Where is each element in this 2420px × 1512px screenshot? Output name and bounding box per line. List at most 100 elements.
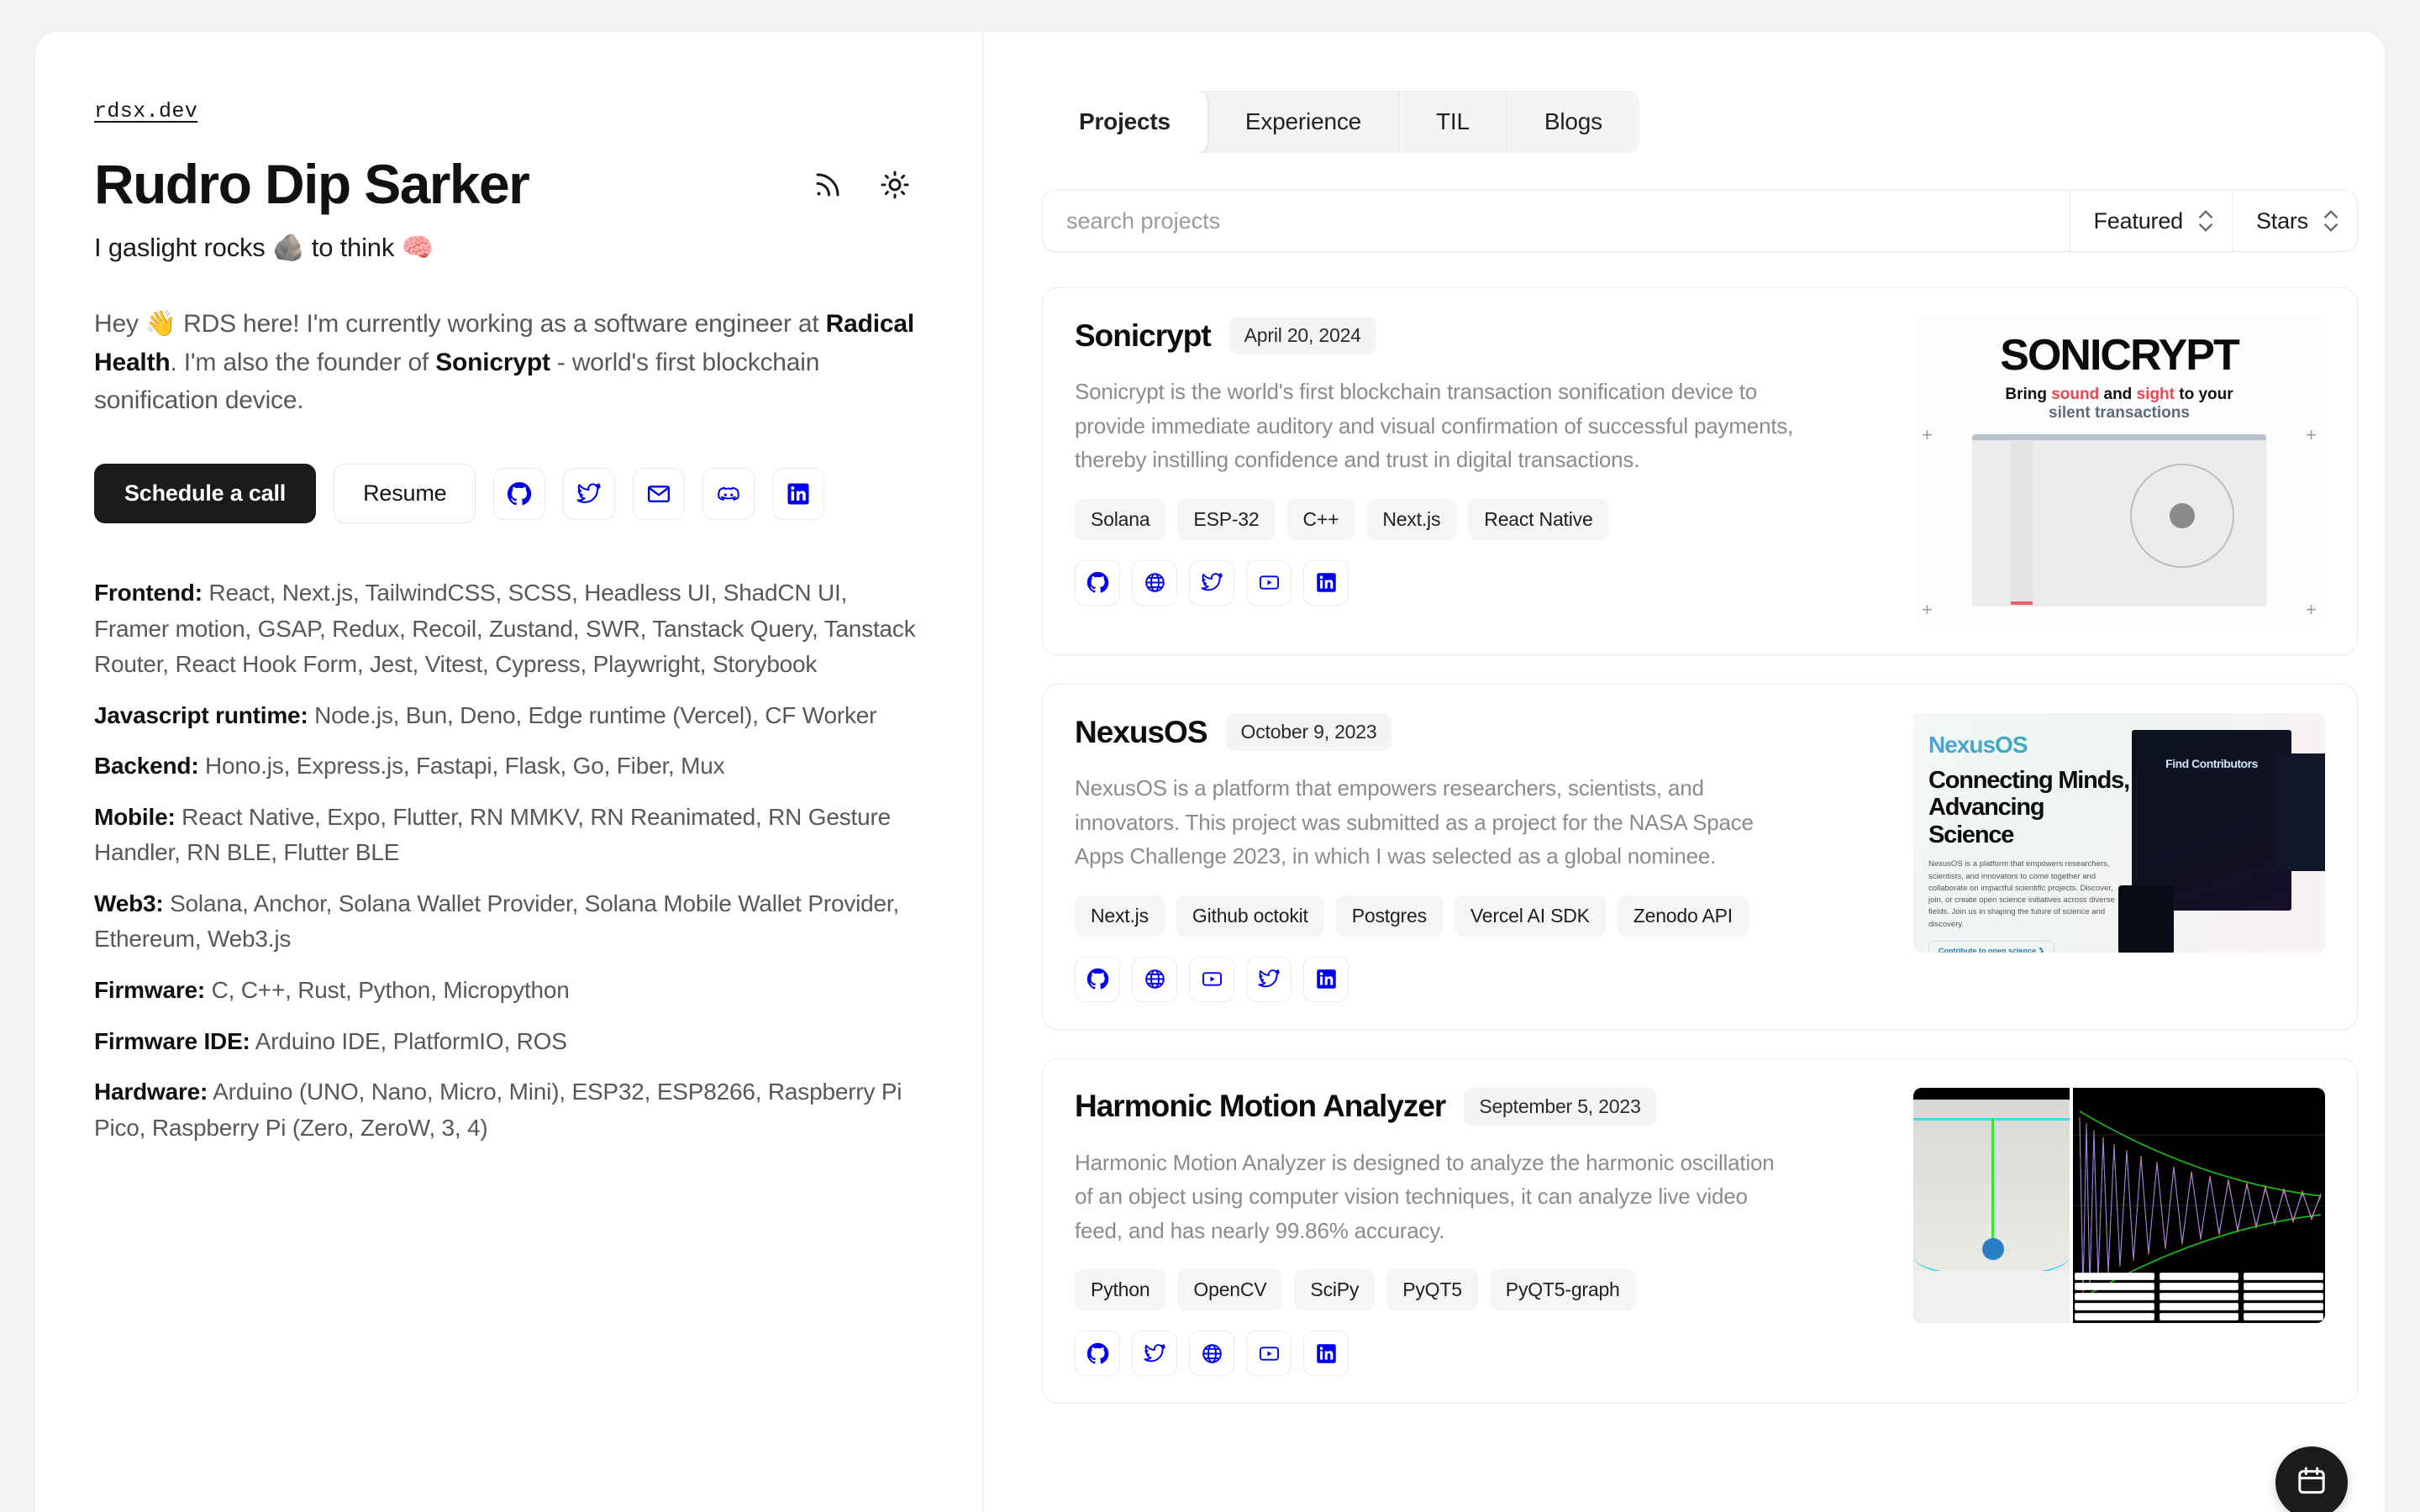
tab-til[interactable]: TIL [1399, 91, 1507, 153]
sun-icon[interactable] [880, 170, 910, 200]
skills-list: Frontend: React, Next.js, TailwindCSS, S… [94, 575, 917, 1146]
project-tag: Solana [1075, 498, 1166, 540]
project-github-button[interactable] [1075, 956, 1120, 1002]
project-links [1075, 559, 1885, 606]
profile-panel: rdsx.dev Rudro Dip Sarker I gaslight roc… [35, 32, 983, 1512]
skill-label: Firmware: [94, 977, 206, 1003]
nexus-app-window: Find Contributors [2132, 730, 2291, 911]
site-link[interactable]: rdsx.dev [94, 99, 197, 123]
project-tag: ESP-32 [1177, 498, 1276, 540]
project-card-head: NexusOS October 9, 2023 [1075, 713, 1885, 751]
github-icon [1086, 968, 1109, 990]
harmonic-hsv-sliders [1913, 1270, 2070, 1323]
tab-experience[interactable]: Experience [1208, 91, 1399, 153]
nexus-side-window [2276, 753, 2325, 871]
search-input[interactable] [1043, 191, 2070, 251]
email-icon [646, 481, 671, 507]
nexus-brand: NexusOS [1928, 732, 2130, 759]
tab-bar: Projects Experience TIL Blogs [1042, 91, 1639, 153]
project-linkedin-button[interactable] [1303, 956, 1349, 1002]
skill-row: Javascript runtime: Node.js, Bun, Deno, … [94, 698, 917, 734]
skill-row: Mobile: React Native, Expo, Flutter, RN … [94, 800, 917, 871]
project-website-button[interactable] [1132, 956, 1177, 1002]
github-icon [1086, 1342, 1109, 1365]
featured-filter-label: Featured [2093, 207, 2184, 234]
header-icon-group [813, 170, 917, 200]
skill-value: Node.js, Bun, Deno, Edge runtime (Vercel… [308, 701, 877, 728]
project-linkedin-button[interactable] [1303, 559, 1349, 606]
linkedin-link-button[interactable] [772, 467, 825, 520]
skill-value: C, C++, Rust, Python, Micropython [205, 977, 570, 1003]
project-title: NexusOS [1075, 714, 1208, 749]
project-github-button[interactable] [1075, 559, 1120, 606]
readout-column [2159, 1272, 2239, 1321]
project-twitter-button[interactable] [1132, 1331, 1177, 1377]
tab-blogs[interactable]: Blogs [1507, 91, 1639, 153]
search-bar: Featured Stars [1042, 190, 2358, 252]
device-redmark [2011, 601, 2033, 605]
email-link-button[interactable] [633, 467, 686, 520]
project-card-sonicrypt[interactable]: Sonicrypt April 20, 2024 Sonicrypt is th… [1042, 287, 2358, 655]
linkedin-icon [786, 481, 811, 507]
project-description: Harmonic Motion Analyzer is designed to … [1075, 1149, 1775, 1243]
discord-icon [716, 481, 741, 507]
project-github-button[interactable] [1075, 1331, 1120, 1377]
skill-row: Hardware: Arduino (UNO, Nano, Micro, Min… [94, 1074, 917, 1146]
youtube-icon [1258, 1342, 1281, 1365]
skill-row: Backend: Hono.js, Express.js, Fastapi, F… [94, 748, 917, 785]
project-card-nexusos[interactable]: NexusOS October 9, 2023 NexusOS is a pla… [1042, 684, 2358, 1030]
project-tag: Vercel AI SDK [1454, 895, 1606, 937]
tab-projects[interactable]: Projects [1042, 91, 1208, 153]
project-date: April 20, 2024 [1228, 317, 1376, 354]
resume-button[interactable]: Resume [334, 464, 476, 524]
name-row: Rudro Dip Sarker [94, 155, 917, 213]
crop-mark-icon: + [2306, 599, 2317, 620]
project-youtube-button[interactable] [1189, 956, 1234, 1002]
linkedin-icon [1315, 968, 1338, 990]
project-twitter-button[interactable] [1246, 956, 1292, 1002]
featured-filter-select[interactable]: Featured [2069, 191, 2232, 251]
project-card-body: Harmonic Motion Analyzer September 5, 20… [1075, 1087, 1885, 1377]
project-tag: C++ [1286, 498, 1355, 540]
rss-icon[interactable] [813, 170, 843, 200]
schedule-call-button[interactable]: Schedule a call [94, 464, 317, 524]
project-list: Sonicrypt April 20, 2024 Sonicrypt is th… [1042, 287, 2358, 1404]
chevron-updown-icon [2198, 210, 2213, 232]
project-card-body: Sonicrypt April 20, 2024 Sonicrypt is th… [1075, 317, 1885, 627]
project-website-button[interactable] [1189, 1331, 1234, 1377]
content-panel: Projects Experience TIL Blogs Featured S… [983, 32, 2385, 1512]
intro-text-2: . I'm also the founder of [170, 348, 436, 376]
project-website-button[interactable] [1132, 559, 1177, 606]
project-card-harmonic-motion-analyzer[interactable]: Harmonic Motion Analyzer September 5, 20… [1042, 1058, 2358, 1404]
discord-link-button[interactable] [702, 467, 755, 520]
stars-sort-select[interactable]: Stars [2231, 191, 2357, 251]
project-tag: SciPy [1294, 1269, 1376, 1311]
skill-value: Hono.js, Express.js, Fastapi, Flask, Go,… [198, 753, 725, 780]
nexus-body-text: NexusOS is a platform that empowers rese… [1928, 859, 2115, 929]
project-thumbnail-sonicrypt: SONICRYPT Bring sound and sight to your … [1913, 317, 2325, 627]
github-link-button[interactable] [493, 467, 546, 520]
twitter-icon [1144, 1342, 1166, 1365]
harmonic-poster [1913, 1087, 2325, 1323]
github-icon [507, 481, 532, 507]
project-card-body: NexusOS October 9, 2023 NexusOS is a pla… [1075, 713, 1885, 1002]
sonicrypt-sub-sound: sound [2051, 386, 2100, 403]
project-tag: Next.js [1366, 498, 1457, 540]
project-title: Sonicrypt [1075, 318, 1212, 353]
skill-row: Frontend: React, Next.js, TailwindCSS, S… [94, 575, 917, 683]
project-youtube-button[interactable] [1246, 559, 1292, 606]
tagline: I gaslight rocks 🪨 to think 🧠 [94, 233, 434, 263]
nexus-poster-right: Find Contributors [2118, 713, 2325, 953]
project-tag: React Native [1468, 498, 1609, 540]
project-youtube-button[interactable] [1246, 1331, 1292, 1377]
twitter-icon [1201, 571, 1223, 594]
project-linkedin-button[interactable] [1303, 1331, 1349, 1377]
twitter-link-button[interactable] [563, 467, 616, 520]
skill-value: Arduino IDE, PlatformIO, ROS [250, 1027, 567, 1054]
project-twitter-button[interactable] [1189, 559, 1234, 606]
schedule-fab-button[interactable] [2275, 1446, 2348, 1512]
globe-icon [1144, 571, 1166, 594]
project-description: NexusOS is a platform that empowers rese… [1075, 775, 1754, 869]
project-date: September 5, 2023 [1464, 1087, 1656, 1126]
action-row: Schedule a call Resume [94, 464, 917, 524]
